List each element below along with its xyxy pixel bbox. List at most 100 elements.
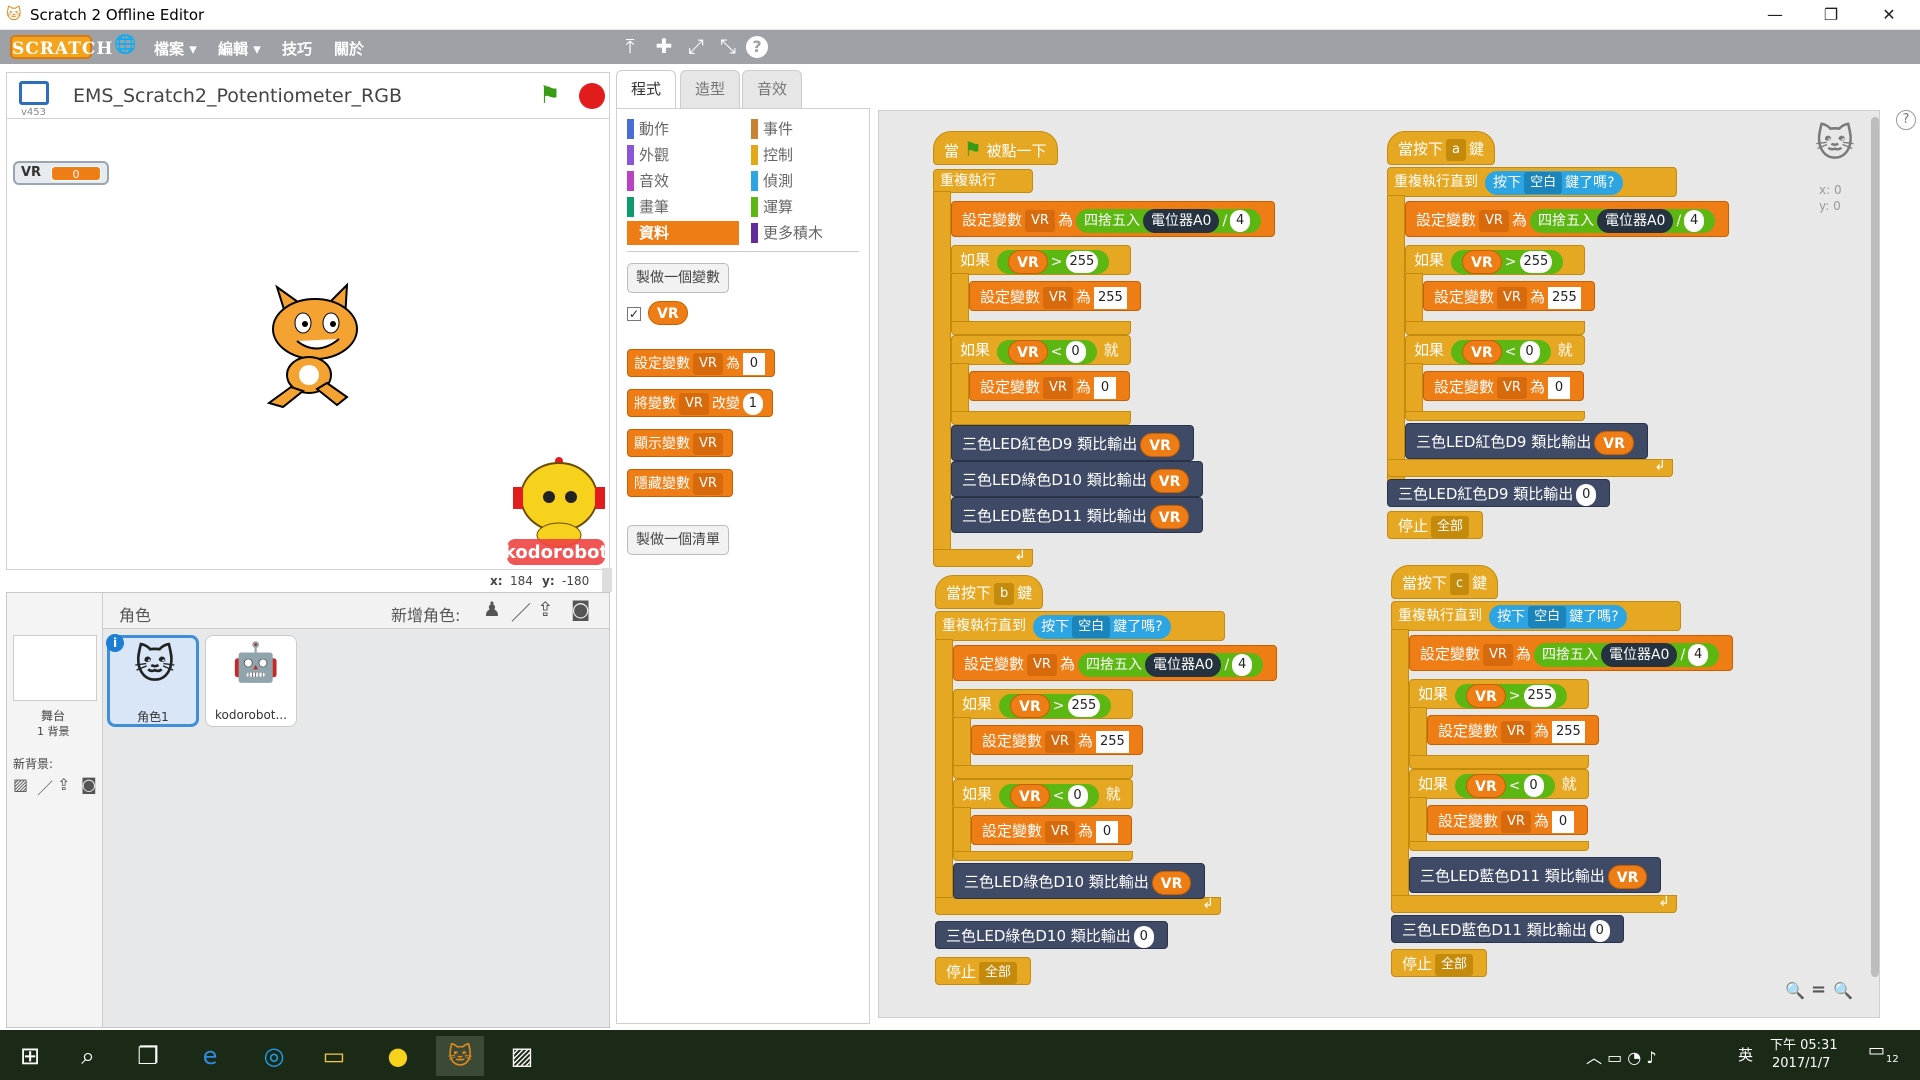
led-green-output-block[interactable]: 三色LED綠色D10 類比輸出 VR bbox=[953, 863, 1206, 899]
stage-resize-handle[interactable] bbox=[602, 568, 612, 592]
category-sound[interactable]: 音效 bbox=[627, 169, 739, 193]
paint-backdrop-icon[interactable]: ／ bbox=[37, 775, 53, 799]
variable-checkbox[interactable]: ✓ bbox=[627, 307, 641, 321]
set-variable-block[interactable]: 設定變數 VR 為四捨五入 電位器A0/4 bbox=[951, 201, 1276, 237]
help-icon[interactable]: ? bbox=[1896, 110, 1916, 130]
file-explorer-icon[interactable]: ▭ bbox=[310, 1036, 358, 1076]
if-block[interactable]: 如果 VR>255 就 bbox=[1405, 245, 1585, 294]
stop-all-block[interactable]: 停止 全部 bbox=[935, 957, 1032, 985]
category-more-blocks[interactable]: 更多積木 bbox=[751, 221, 863, 245]
forever-block[interactable]: 重複執行 bbox=[933, 169, 1033, 193]
set-variable-block[interactable]: 設定變數 VR 為 0 bbox=[971, 815, 1132, 845]
menu-about[interactable]: 關於 bbox=[334, 38, 364, 59]
clock-time[interactable]: 下午 05:31 bbox=[1770, 1034, 1838, 1053]
globe-icon[interactable]: 🌐 bbox=[114, 34, 136, 55]
windows-start-icon[interactable]: ⊞ bbox=[6, 1036, 54, 1076]
backdrop-library-icon[interactable]: ▨ bbox=[13, 775, 28, 794]
grow-icon[interactable]: ⤢ bbox=[682, 34, 710, 60]
sprite-thumb-robot[interactable]: 🤖 kodorobot... bbox=[205, 635, 297, 727]
led-blue-zero-block[interactable]: 三色LED藍色D11 類比輸出 0 bbox=[1391, 915, 1624, 943]
notification-icon[interactable]: ▭ bbox=[1868, 1040, 1885, 1061]
when-key-b-hat[interactable]: 當按下 b 鍵 bbox=[935, 575, 1044, 609]
make-list-button[interactable]: 製做一個清單 bbox=[627, 525, 729, 555]
help-icon[interactable]: ? bbox=[746, 36, 768, 58]
when-key-a-hat[interactable]: 當按下 a 鍵 bbox=[1387, 131, 1495, 165]
category-operators[interactable]: 運算 bbox=[751, 195, 863, 219]
menu-tips[interactable]: 技巧 bbox=[282, 38, 312, 59]
upload-sprite-icon[interactable]: ⇪ bbox=[537, 597, 554, 621]
restore-button[interactable]: ❐ bbox=[1808, 0, 1854, 30]
shrink-icon[interactable]: ⤡ bbox=[714, 34, 742, 60]
set-variable-block[interactable]: 設定變數 VR 為四捨五入 電位器A0/4 bbox=[1405, 201, 1730, 237]
green-flag-icon[interactable]: ⚑ bbox=[539, 81, 561, 109]
zoom-reset-icon[interactable]: = bbox=[1811, 979, 1826, 1000]
stop-icon[interactable] bbox=[579, 83, 605, 109]
when-key-c-hat[interactable]: 當按下 c 鍵 bbox=[1391, 565, 1499, 599]
if-block[interactable]: 如果 VR>255 就 bbox=[951, 245, 1131, 294]
scratch-logo[interactable]: SCRATCH bbox=[10, 35, 112, 59]
cat-sprite[interactable] bbox=[247, 279, 377, 409]
delete-icon[interactable]: ✚ bbox=[650, 34, 678, 60]
set-variable-block[interactable]: 設定變數 VR 為四捨五入 電位器A0/4 bbox=[953, 645, 1278, 681]
if-block[interactable]: 如果 VR <0 就 bbox=[1409, 769, 1589, 799]
led-green-output-block[interactable]: 三色LED綠色D10 類比輸出 VR bbox=[951, 461, 1204, 497]
stage[interactable]: VR 0 kodorobot bbox=[6, 118, 610, 570]
led-green-zero-block[interactable]: 三色LED綠色D10 類比輸出 0 bbox=[935, 921, 1168, 949]
led-red-output-block[interactable]: 三色LED紅色D9 類比輸出 VR bbox=[1405, 423, 1648, 459]
led-red-zero-block[interactable]: 三色LED紅色D9 類比輸出 0 bbox=[1387, 479, 1611, 507]
minimize-button[interactable]: — bbox=[1752, 0, 1798, 30]
category-sensing[interactable]: 偵測 bbox=[751, 169, 863, 193]
tab-sounds[interactable]: 音效 bbox=[742, 70, 802, 108]
edge-icon[interactable]: e bbox=[186, 1036, 234, 1076]
menu-file[interactable]: 檔案 ▾ bbox=[154, 38, 197, 59]
search-icon[interactable]: ⌕ bbox=[64, 1036, 112, 1076]
if-block[interactable]: 如果 VR>255 就 bbox=[1409, 679, 1589, 728]
zoom-out-icon[interactable]: 🔍 bbox=[1785, 981, 1805, 1000]
photos-icon[interactable]: ▨ bbox=[498, 1036, 546, 1076]
set-variable-block[interactable]: 設定變數 VR 為 255 bbox=[1427, 715, 1599, 745]
set-variable-block[interactable]: 設定變數 VR 為 0 bbox=[1427, 805, 1588, 835]
kodorobot-app-icon[interactable]: ● bbox=[374, 1036, 422, 1076]
set-variable-block[interactable]: 設定變數 VR 為 0 bbox=[1423, 371, 1584, 401]
set-variable-block[interactable]: 設定變數 VR 為 0 bbox=[969, 371, 1130, 401]
if-block[interactable]: 如果 VR <0 就 bbox=[951, 335, 1131, 365]
category-pen[interactable]: 畫筆 bbox=[627, 195, 739, 219]
tab-scripts[interactable]: 程式 bbox=[616, 70, 676, 108]
show-variable-block[interactable]: 顯示變數 VR bbox=[627, 429, 733, 457]
set-variable-block[interactable]: 設定變數 VR 為 255 bbox=[971, 725, 1143, 755]
set-variable-block[interactable]: 設定變數 VR 為 255 bbox=[969, 281, 1141, 311]
project-title[interactable]: EMS_Scratch2_Potentiometer_RGB bbox=[73, 85, 402, 107]
repeat-until-block[interactable]: 重複執行直到 按下 空白 鍵了嗎? bbox=[1391, 601, 1681, 631]
if-block[interactable]: 如果 VR>255 就 bbox=[953, 689, 1133, 738]
menu-edit[interactable]: 編輯 ▾ bbox=[218, 38, 261, 59]
hide-variable-block[interactable]: 隱藏變數 VR bbox=[627, 469, 733, 497]
camera-icon[interactable]: ◙ bbox=[571, 597, 590, 621]
set-variable-block[interactable]: 設定變數 VR 為 0 bbox=[627, 349, 775, 377]
set-variable-block[interactable]: 設定變數 VR 為 255 bbox=[1423, 281, 1595, 311]
repeat-until-block[interactable]: 重複執行直到 按下 空白 鍵了嗎? bbox=[1387, 167, 1677, 197]
sprite-thumb-cat[interactable]: i 🐱 角色1 bbox=[106, 634, 199, 727]
set-variable-block[interactable]: 設定變數 VR 為四捨五入 電位器A0/4 bbox=[1409, 635, 1734, 671]
category-control[interactable]: 控制 bbox=[751, 143, 863, 167]
upload-backdrop-icon[interactable]: ⇪ bbox=[57, 775, 70, 794]
clock-date[interactable]: 2017/1/7 bbox=[1772, 1056, 1830, 1071]
led-blue-output-block[interactable]: 三色LED藍色D11 類比輸出 VR bbox=[1409, 857, 1662, 893]
category-looks[interactable]: 外觀 bbox=[627, 143, 739, 167]
close-button[interactable]: ✕ bbox=[1866, 0, 1912, 30]
duplicate-icon[interactable]: ⤒ bbox=[616, 34, 644, 60]
led-blue-output-block[interactable]: 三色LED藍色D11 類比輸出 VR bbox=[951, 497, 1204, 533]
led-red-output-block[interactable]: 三色LED紅色D9 類比輸出 VR bbox=[951, 425, 1194, 461]
scratch-taskbar-icon[interactable]: 🐱 bbox=[436, 1036, 484, 1076]
variable-readout[interactable]: VR 0 bbox=[13, 161, 109, 185]
if-block[interactable]: 如果 VR <0 就 bbox=[953, 779, 1133, 809]
sprite-library-icon[interactable]: ♟ bbox=[483, 597, 501, 621]
ime-indicator[interactable]: 英 bbox=[1738, 1044, 1753, 1065]
category-data[interactable]: 資料 bbox=[627, 221, 739, 245]
kodorobot-sprite[interactable]: kodorobot bbox=[503, 457, 609, 569]
repeat-until-block[interactable]: 重複執行直到 按下 空白 鍵了嗎? bbox=[935, 611, 1225, 641]
app-icon[interactable]: ◎ bbox=[250, 1036, 298, 1076]
when-flag-clicked-hat[interactable]: 當 ⚑ 被點一下 bbox=[933, 131, 1058, 165]
stop-all-block[interactable]: 停止 全部 bbox=[1387, 511, 1484, 539]
if-block[interactable]: 如果 VR <0 就 bbox=[1405, 335, 1585, 365]
scripts-area[interactable]: 當 ⚑ 被點一下 重複執行 ↲ 設定變數 VR 為四捨五入 電位器A0/4 如果 VR… bbox=[878, 110, 1880, 1018]
